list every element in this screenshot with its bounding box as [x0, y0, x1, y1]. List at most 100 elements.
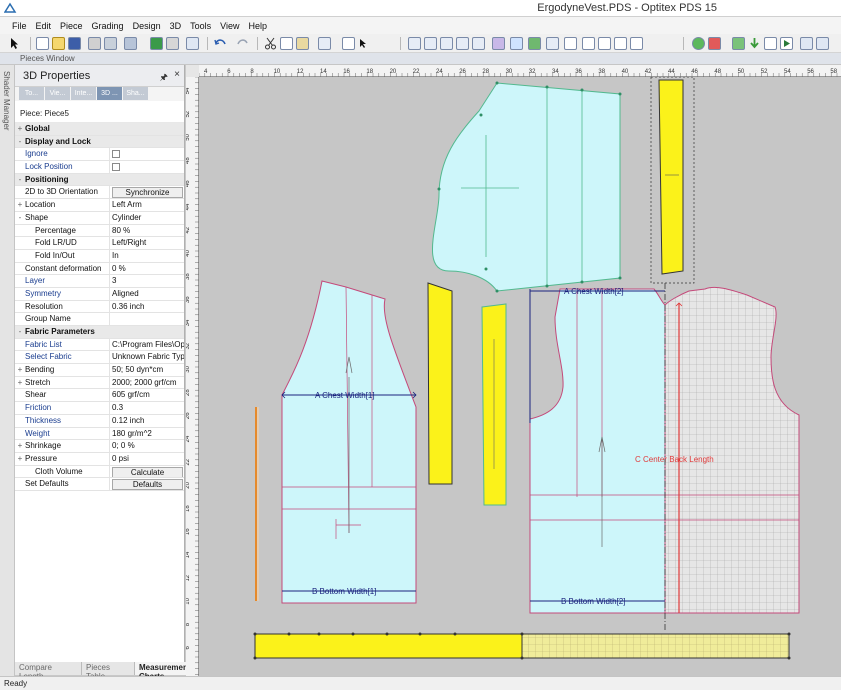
- delete-icon[interactable]: [708, 37, 721, 50]
- property-value[interactable]: Aligned: [109, 287, 184, 300]
- property-value[interactable]: 80 %: [109, 224, 184, 237]
- pin-icon[interactable]: 🖈: [160, 70, 168, 86]
- zoom-icon[interactable]: [186, 37, 199, 50]
- property-value[interactable]: [109, 148, 184, 161]
- property-row[interactable]: + Location Left Arm: [15, 199, 184, 212]
- property-value[interactable]: Defaults: [109, 478, 184, 490]
- property-row[interactable]: Fold In/Out In: [15, 249, 184, 263]
- page3-icon[interactable]: [614, 37, 627, 50]
- property-row[interactable]: Ignore: [15, 148, 184, 162]
- property-checkbox[interactable]: [112, 150, 120, 159]
- avatar-icon[interactable]: [492, 37, 505, 50]
- shader-manager-tab[interactable]: Shader Manager: [0, 65, 15, 676]
- property-row[interactable]: - Shape Cylinder: [15, 211, 184, 225]
- property-row[interactable]: Fabric List C:\Program Files\Opti: [15, 338, 184, 352]
- property-value[interactable]: Left/Right: [109, 237, 184, 249]
- property-row[interactable]: Symmetry Aligned: [15, 287, 184, 301]
- yellow-strip-top[interactable]: [658, 79, 684, 275]
- waistband-strip[interactable]: [254, 633, 523, 659]
- property-row[interactable]: Percentage 80 %: [15, 224, 184, 238]
- plot-icon[interactable]: [104, 37, 117, 50]
- menu-piece[interactable]: Piece: [60, 21, 83, 31]
- menu-grading[interactable]: Grading: [92, 21, 124, 31]
- property-value[interactable]: 0 %: [109, 262, 184, 275]
- property-row[interactable]: + Bending 50; 50 dyn*cm: [15, 364, 184, 377]
- property-value[interactable]: Synchronize: [109, 186, 184, 199]
- back-piece-mirror[interactable]: [664, 286, 800, 614]
- sheet-view-icon[interactable]: [456, 37, 469, 50]
- property-value[interactable]: [109, 161, 184, 173]
- property-row[interactable]: Shear 605 grf/cm: [15, 389, 184, 403]
- page4-icon[interactable]: [630, 37, 643, 50]
- flag-icon[interactable]: [528, 37, 541, 50]
- expand-toggle-icon[interactable]: -: [15, 212, 25, 224]
- new-file-icon[interactable]: [36, 37, 49, 50]
- panel-tab[interactable]: To...: [19, 87, 44, 100]
- property-value[interactable]: Calculate: [109, 465, 184, 478]
- context-help-icon[interactable]: [358, 37, 371, 50]
- pointer-tool-icon[interactable]: [8, 37, 21, 50]
- panel-tab[interactable]: Inte...: [71, 87, 96, 100]
- menu-file[interactable]: File: [12, 21, 27, 31]
- panel-icon[interactable]: [764, 37, 777, 50]
- maximize-view-icon[interactable]: [816, 37, 829, 50]
- play-icon[interactable]: [780, 37, 793, 50]
- paste-icon[interactable]: [296, 37, 309, 50]
- property-checkbox[interactable]: [112, 163, 120, 172]
- refresh-icon[interactable]: [732, 37, 745, 50]
- undo-icon[interactable]: [214, 37, 227, 50]
- property-value[interactable]: Unknown Fabric Type: [109, 351, 184, 364]
- layout-icon[interactable]: [546, 37, 559, 50]
- property-value[interactable]: 0.12 inch: [109, 414, 184, 427]
- help-icon[interactable]: [342, 37, 355, 50]
- property-row[interactable]: Fold LR/UD Left/Right: [15, 237, 184, 250]
- grid-view-icon[interactable]: [408, 37, 421, 50]
- copy-icon[interactable]: [280, 37, 293, 50]
- property-value[interactable]: 50; 50 dyn*cm: [109, 364, 184, 376]
- tool-icon[interactable]: [166, 37, 179, 50]
- property-row[interactable]: Select Fabric Unknown Fabric Type: [15, 351, 184, 365]
- property-value[interactable]: Cylinder: [109, 211, 184, 224]
- cut-icon[interactable]: [264, 37, 277, 50]
- property-value[interactable]: [109, 313, 184, 325]
- property-value[interactable]: 180 gr/m^2: [109, 427, 184, 440]
- panel-tab[interactable]: 3D ...: [97, 87, 122, 100]
- monitor-icon[interactable]: [124, 37, 137, 50]
- property-row[interactable]: Layer 3: [15, 275, 184, 288]
- expand-toggle-icon[interactable]: -: [15, 174, 25, 186]
- expand-toggle-icon[interactable]: +: [15, 199, 25, 211]
- open-folder-icon[interactable]: [52, 37, 65, 50]
- property-row[interactable]: Weight 180 gr/m^2: [15, 427, 184, 441]
- property-value[interactable]: 0.36 inch: [109, 300, 184, 313]
- property-value[interactable]: 2000; 2000 grf/cm: [109, 376, 184, 389]
- list-view-icon[interactable]: [440, 37, 453, 50]
- property-value[interactable]: 0.3: [109, 402, 184, 414]
- export-excel-icon[interactable]: [150, 37, 163, 50]
- print-icon[interactable]: [88, 37, 101, 50]
- expand-toggle-icon[interactable]: +: [15, 364, 25, 376]
- expand-toggle-icon[interactable]: -: [15, 136, 25, 148]
- bottom-tab[interactable]: Pieces Table: [81, 662, 135, 681]
- property-row[interactable]: Lock Position: [15, 161, 184, 174]
- expand-toggle-icon[interactable]: +: [15, 440, 25, 452]
- measure-icon[interactable]: [564, 37, 577, 50]
- property-row[interactable]: + Pressure 0 psi: [15, 452, 184, 466]
- property-category[interactable]: - Display and Lock: [15, 135, 184, 149]
- save-icon[interactable]: [68, 37, 81, 50]
- property-row[interactable]: Constant deformation 0 %: [15, 262, 184, 276]
- expand-toggle-icon[interactable]: -: [15, 326, 25, 338]
- property-button[interactable]: Defaults: [112, 479, 183, 490]
- waistband-strip-mirror[interactable]: [521, 633, 790, 659]
- redo-icon[interactable]: [236, 37, 249, 50]
- recycle-icon[interactable]: [692, 37, 705, 50]
- sleeve-piece[interactable]: [432, 82, 621, 292]
- pieces-window-bar[interactable]: Pieces Window: [0, 53, 841, 65]
- property-row[interactable]: Group Name: [15, 313, 184, 326]
- panel-tab[interactable]: Vie...: [45, 87, 70, 100]
- property-row[interactable]: Cloth Volume Calculate: [15, 465, 184, 479]
- property-value[interactable]: 605 grf/cm: [109, 389, 184, 402]
- chart-view-icon[interactable]: [472, 37, 485, 50]
- menu-view[interactable]: View: [220, 21, 239, 31]
- property-value[interactable]: In: [109, 249, 184, 262]
- property-value[interactable]: 3: [109, 275, 184, 287]
